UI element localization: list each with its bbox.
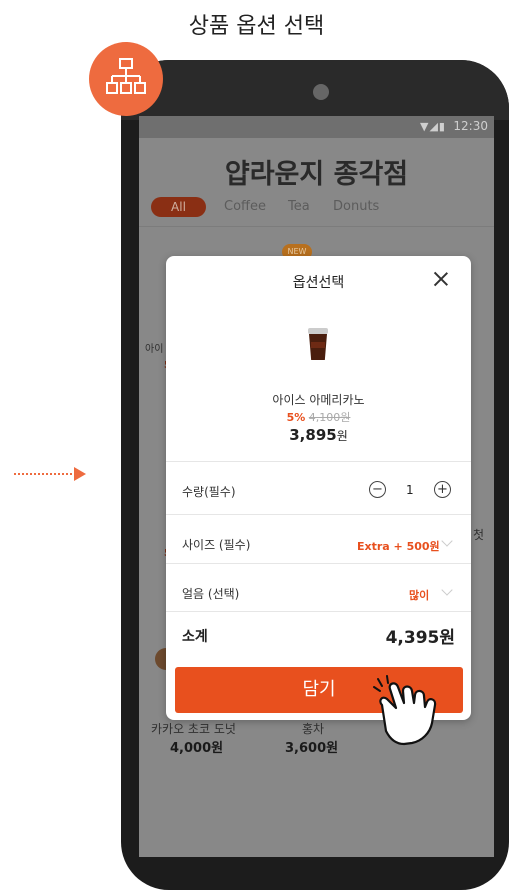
bg-item-price: 3,600원 <box>285 741 339 756</box>
quantity-value: 1 <box>406 483 414 497</box>
ice-select[interactable]: 얼음 (선택) 많이 <box>166 563 471 611</box>
subtotal-label: 소계 <box>182 629 208 645</box>
product-name: 아이스 아메리카노 <box>272 393 365 407</box>
divider <box>166 461 471 462</box>
ice-label: 얼음 (선택) <box>182 587 240 601</box>
status-icons: ▼◢▮ <box>420 120 446 133</box>
iced-coffee-icon <box>307 328 331 362</box>
size-label: 사이즈 (필수) <box>182 538 251 552</box>
tab-coffee[interactable]: Coffee <box>224 199 266 214</box>
sale-price: 3,895 <box>289 426 337 444</box>
bg-item-name: 홍차 <box>302 722 325 736</box>
chevron-down-icon <box>441 535 453 547</box>
option-modal: 옵션선택 아이스 아메리카노 5% 4,100원 3,895원 수량(필수) −… <box>166 256 471 720</box>
phone-speaker <box>313 84 329 100</box>
sitemap-icon-badge <box>89 42 163 116</box>
tab-all[interactable]: All <box>151 197 206 217</box>
quantity-label: 수량(필수) <box>182 485 236 499</box>
discount-rate: 5% <box>286 411 306 424</box>
size-select[interactable]: 사이즈 (필수) Extra + 500원 <box>166 514 471 564</box>
tab-tea[interactable]: Tea <box>288 199 310 214</box>
quantity-minus-button[interactable]: − <box>369 481 386 498</box>
price-line: 3,895원 <box>166 425 471 444</box>
pointer-arrow-icon <box>74 467 86 481</box>
status-time: 12:30 <box>453 119 488 133</box>
sitemap-icon <box>106 58 146 94</box>
store-title: 얍라운지 종각점 <box>224 159 409 190</box>
subtotal-value: 4,395원 <box>385 628 455 648</box>
tabbar-divider <box>139 226 494 227</box>
size-value: Extra + 500원 <box>357 540 440 553</box>
page-title: 상품 옵션 선택 <box>188 14 325 39</box>
hand-pointer-icon <box>373 675 437 746</box>
tab-donuts[interactable]: Donuts <box>333 199 379 214</box>
bg-item-name: 카카오 초코 도넛 <box>151 722 236 736</box>
divider <box>166 611 471 612</box>
status-bar: ▼◢▮ 12:30 <box>139 116 494 138</box>
bg-item-name-partial-right: 첫 <box>473 528 485 542</box>
ice-value: 많이 <box>409 589 430 602</box>
price-unit: 원 <box>336 429 348 443</box>
original-price: 4,100원 <box>308 411 351 424</box>
discount-line: 5% 4,100원 <box>166 409 471 425</box>
bg-item-name-partial: 아이 <box>145 344 164 355</box>
close-icon[interactable] <box>428 266 454 292</box>
pointer-dotted-line <box>14 473 76 475</box>
quantity-plus-button[interactable]: + <box>434 481 451 498</box>
modal-title: 옵션선택 <box>292 275 345 291</box>
bg-item-price: 4,000원 <box>170 741 224 756</box>
chevron-down-icon <box>441 584 453 596</box>
